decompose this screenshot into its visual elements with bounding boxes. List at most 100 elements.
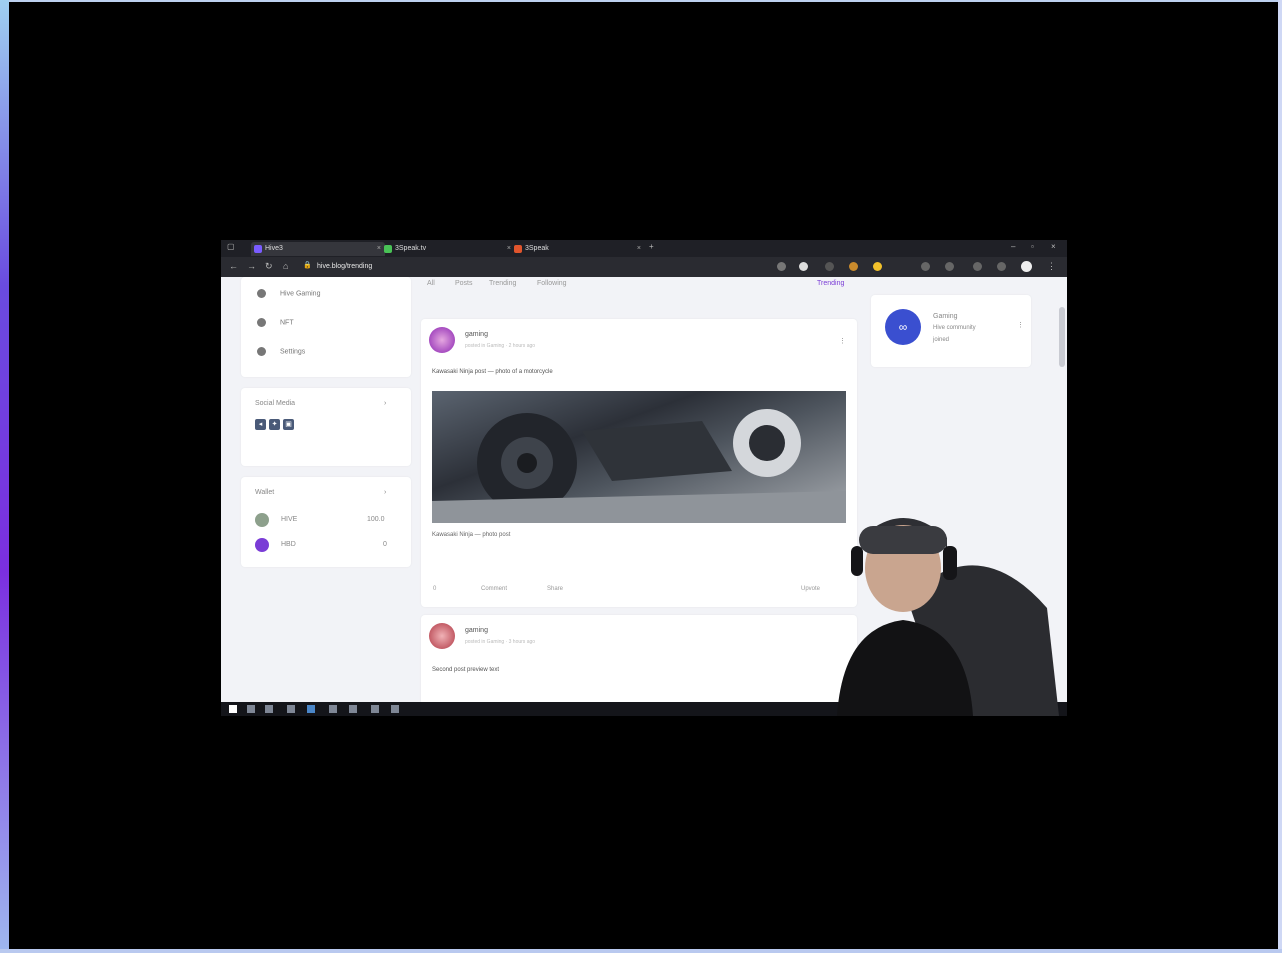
wallet-title: Wallet [255,489,275,496]
extension-icon[interactable] [945,262,954,271]
hive-icon [257,289,266,298]
extension-icon[interactable] [873,262,882,271]
sort-dropdown[interactable]: Trending [817,280,844,287]
minimize-icon[interactable]: – [1011,242,1015,251]
search-icon[interactable] [247,705,255,713]
extension-icon[interactable] [921,262,930,271]
community-logo[interactable]: ∞ [885,309,921,345]
maximize-icon[interactable]: ▫ [1031,242,1034,251]
back-icon[interactable]: ← [229,261,238,271]
upvote-count[interactable]: 0 [433,586,436,592]
close-tab-icon[interactable]: × [637,242,641,256]
link-preview-title[interactable]: Kawasaki Ninja — photo post [432,532,510,538]
post-text: Second post preview text [432,667,500,673]
taskbar-app-icon[interactable] [307,705,315,713]
more-options-icon[interactable]: ⋮ [839,337,846,345]
nft-icon [257,318,266,327]
close-window-icon[interactable]: × [1051,242,1056,251]
wallet-item-value: 0 [383,541,387,548]
social-media-title: Social Media [255,400,296,407]
expand-icon[interactable]: › [384,489,386,496]
post-card: gaming posted in Gaming · 2 hours ago ⋮ … [421,319,857,607]
wallet-item-value: 100.0 [367,516,385,523]
tab-favicon [254,245,262,253]
comment-button[interactable]: Comment [481,586,507,592]
profile-avatar[interactable] [1021,261,1032,272]
filter-tab-following[interactable]: Following [537,280,567,287]
twitter-icon[interactable]: ✦ [269,419,280,430]
tab-title: 3Speak.tv [395,245,427,252]
task-view-icon[interactable] [265,705,273,713]
extension-icon[interactable] [973,262,982,271]
browser-tab-1[interactable]: Hive3 × [251,242,385,256]
community-subtitle: Hive community [933,325,976,331]
wallet-item-label: HBD [281,541,296,548]
background-top [0,0,1282,2]
wallet-item-label: HIVE [281,516,298,523]
sidebar-item-label: Hive Gaming [280,290,321,298]
post-author[interactable]: gaming [465,331,488,338]
post-text: Kawasaki Ninja post — photo of a motorcy… [432,369,553,375]
hbd-coin-icon [255,538,269,552]
sidebar-item-hive-gaming[interactable]: Hive Gaming [257,289,320,298]
home-icon[interactable]: ⌂ [283,261,288,271]
gear-icon [257,347,266,356]
extension-icon[interactable] [799,262,808,271]
webcam-streamer [837,518,1059,716]
filter-tab-all[interactable]: All [427,280,435,287]
extension-icon[interactable] [825,262,834,271]
background-left-gradient [0,0,9,953]
social-media-card: Social Media › ◂ ✦ ▣ [241,388,411,466]
hive-coin-icon [255,513,269,527]
author-avatar[interactable] [429,623,455,649]
motorcycle-photo [432,409,846,523]
feed-filter-bar: All Posts Trending Following Trending [421,280,851,292]
share-icon[interactable]: ◂ [255,419,266,430]
extension-icon[interactable] [849,262,858,271]
tab-favicon [514,245,522,253]
copy-icon[interactable]: ▣ [283,419,294,430]
post-meta: posted in Gaming · 2 hours ago [465,343,536,349]
extension-icon[interactable] [777,262,786,271]
sidebar-menu: Hive Gaming NFT Settings [241,277,411,377]
sidebar-item-label: Settings [280,348,306,356]
lock-icon: 🔒 [303,262,312,269]
new-tab-icon[interactable]: + [649,242,654,251]
post-author[interactable]: gaming [465,627,488,634]
post-image[interactable] [432,391,846,523]
taskbar-app-icon[interactable] [329,705,337,713]
sidebar-item-nft[interactable]: NFT [257,318,294,327]
taskbar-app-icon[interactable] [349,705,357,713]
post-card: gaming posted in Gaming · 3 hours ago Se… [421,615,857,705]
browser-tab-3[interactable]: 3Speak × [511,242,645,256]
post-meta: posted in Gaming · 3 hours ago [465,639,536,645]
page-scrollbar[interactable] [1059,307,1065,367]
taskbar-app-icon[interactable] [371,705,379,713]
more-options-icon[interactable]: ⋮ [1017,321,1024,329]
webcam-overlay [797,508,1059,716]
tab-title: 3Speak [525,245,549,252]
browser-tab-2[interactable]: 3Speak.tv × [381,242,515,256]
reload-icon[interactable]: ↻ [265,261,273,272]
forward-icon[interactable]: → [247,261,256,271]
tab-title: Hive3 [265,245,283,252]
sidebar-item-label: NFT [280,319,294,327]
sidebar-item-settings[interactable]: Settings [257,347,305,356]
author-avatar[interactable] [429,327,455,353]
taskbar-app-icon[interactable] [287,705,295,713]
filter-tab-posts[interactable]: Posts [455,280,473,287]
taskbar-app-icon[interactable] [391,705,399,713]
start-icon[interactable] [229,705,237,713]
url-field[interactable]: hive.blog/trending [317,260,767,274]
expand-icon[interactable]: › [384,400,386,407]
community-card: ∞ Gaming Hive community joined ⋮ [871,295,1031,367]
filter-tab-trending[interactable]: Trending [489,280,516,287]
community-title[interactable]: Gaming [933,313,958,320]
tab-favicon [384,245,392,253]
share-button[interactable]: Share [547,586,563,592]
wallet-card: Wallet › HIVE 100.0 HBD 0 [241,477,411,567]
window-menu-icon[interactable]: ▢ [227,242,235,251]
extension-icon[interactable] [997,262,1006,271]
browser-menu-icon[interactable]: ⋮ [1047,261,1056,272]
community-stat: joined [933,337,950,343]
